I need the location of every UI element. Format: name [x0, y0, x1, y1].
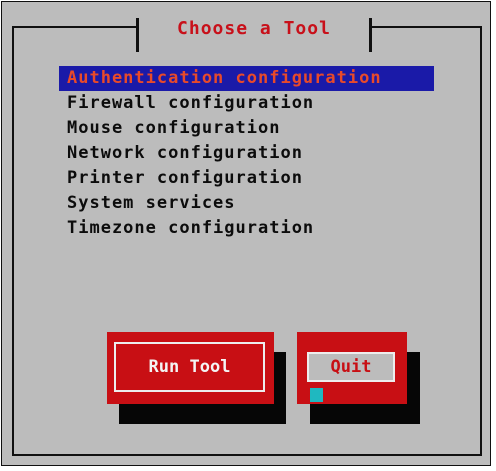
tool-item-network[interactable]: Network configuration: [59, 141, 434, 166]
quit-button-label: Quit: [307, 352, 395, 382]
run-tool-button-label: Run Tool: [114, 342, 265, 392]
dialog-frame-left: [12, 26, 14, 456]
title-left-separator: [136, 18, 139, 52]
tool-item-firewall[interactable]: Firewall configuration: [59, 91, 434, 116]
dialog-frame-top-left: [12, 26, 136, 28]
dialog-frame-bottom: [12, 454, 482, 456]
tui-screen: Choose a Tool Authentication configurati…: [0, 0, 496, 471]
dialog-title: Choose a Tool: [177, 17, 331, 39]
tool-item-authentication[interactable]: Authentication configuration: [59, 66, 434, 91]
tool-item-timezone[interactable]: Timezone configuration: [59, 216, 434, 241]
dialog-title-box: Choose a Tool: [136, 14, 372, 52]
title-right-separator: [369, 18, 372, 52]
text-cursor: [310, 388, 323, 402]
run-tool-button[interactable]: Run Tool: [107, 332, 274, 404]
tool-item-mouse[interactable]: Mouse configuration: [59, 116, 434, 141]
choose-tool-dialog: Choose a Tool Authentication configurati…: [1, 1, 491, 466]
tool-item-printer[interactable]: Printer configuration: [59, 166, 434, 191]
tool-item-system-services[interactable]: System services: [59, 191, 434, 216]
dialog-frame-top-right: [372, 26, 482, 28]
dialog-frame-right: [480, 26, 482, 456]
tool-list[interactable]: Authentication configuration Firewall co…: [59, 66, 434, 241]
